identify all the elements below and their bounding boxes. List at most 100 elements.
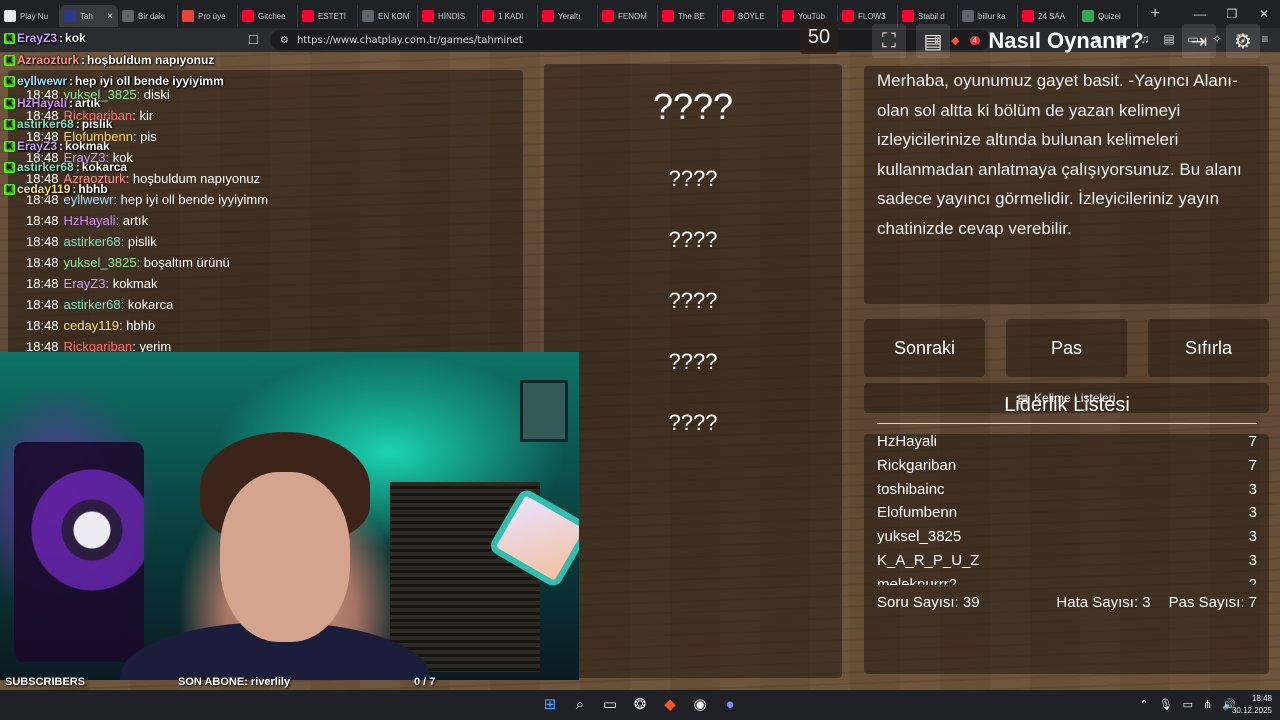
pass-button[interactable]: Pas (1006, 319, 1127, 377)
leaderboard-name: Elofumbenn (877, 504, 958, 522)
browser-tab[interactable]: Pro üye (178, 5, 238, 27)
reset-button[interactable]: Sıfırla (1148, 319, 1269, 377)
overlay-chat-username: ceday119 (17, 181, 71, 196)
howto-right-icons: ⇥ ⚙ (1182, 24, 1260, 58)
overlay-chat-separator: : (81, 52, 86, 67)
pass-count: Pas Sayısı: 7 (1168, 594, 1257, 611)
document-icon[interactable]: ▤ (916, 24, 950, 58)
overlay-chat-text: hoşbuldum napıyonuz (87, 52, 215, 67)
obs-icon[interactable]: ◉ (690, 695, 710, 715)
overlay-chat-separator: : (72, 181, 77, 196)
kick-badge-icon: K (4, 162, 15, 174)
brave-browser-icon[interactable]: ◆ (660, 695, 680, 715)
browser-tab[interactable]: Gitchee (238, 5, 298, 27)
system-tray: ⌃ 🎙 ▭ ⋔ 🔊 (1139, 698, 1236, 711)
chat-separator: : (115, 213, 123, 228)
browser-tab[interactable]: ESTETİ (298, 5, 358, 27)
tab-title: FENOM (618, 11, 647, 21)
browser-tab[interactable]: Yeraltı (538, 5, 598, 27)
kick-badge-icon: K (4, 33, 15, 45)
browser-tab[interactable]: 1 KADI (478, 5, 538, 27)
current-word: ???? (652, 86, 734, 127)
menu-icon[interactable]: ≡ (1258, 32, 1272, 47)
windows-start-icon[interactable]: ⊞ (540, 695, 560, 715)
leaderboard-list[interactable]: HzHayali 7 Rickgariban 7 toshibainc 3 Elofumbe… (877, 430, 1257, 585)
tab-title: Stabil d (918, 11, 945, 21)
chat-username: ErayZ3 (63, 276, 106, 291)
browser-tab[interactable]: Play Nu (0, 5, 60, 27)
browser-tab[interactable]: EN KOM (358, 5, 418, 27)
sub-goal: 0 / 7 (414, 676, 436, 688)
discord-icon[interactable]: ● (720, 695, 740, 715)
tab-title: EN KOM (378, 11, 410, 21)
kick-badge-icon: K (4, 119, 15, 131)
chat-time: 18:48 (26, 276, 59, 291)
tab-title: Gitchee (258, 11, 286, 21)
leaderboard-name: K_A_R_P_U_Z (877, 551, 980, 569)
tab-favicon-icon (362, 10, 374, 22)
chat-message: 18:48 astirker68: kokarca (26, 294, 268, 315)
site-settings-icon[interactable]: ⚙ (280, 35, 289, 46)
browser-tab[interactable]: 24 SAA (1018, 5, 1078, 27)
question-count: Soru Sayısı: 39 (877, 594, 980, 611)
leaderboard-score: 7 (1248, 433, 1257, 450)
overlay-chat-text: hbhb (78, 181, 108, 196)
bookmark-icon[interactable]: ☐ (248, 33, 259, 47)
next-button[interactable]: Sonraki (864, 319, 985, 377)
close-window-button[interactable]: ✕ (1248, 7, 1280, 21)
overlay-chat-message: Kastirker68: kokarca (4, 157, 224, 179)
overlay-chat-username: eyllwewr (17, 74, 68, 88)
leaderboard-name: Rickgariban (877, 456, 957, 474)
browser-tab[interactable]: Bir dakı (118, 5, 178, 27)
chat-username: astirker68 (63, 234, 121, 249)
brave-shields-icon[interactable]: ◆ (951, 34, 959, 47)
microphone-icon[interactable]: 🎙 (1159, 698, 1173, 711)
chat-separator: : (120, 234, 128, 249)
overlay-chat-message: Kceday119: hbhb (4, 179, 224, 201)
system-clock[interactable]: 18:48 30.12.2025 (1232, 693, 1272, 717)
overlay-chat-username: ErayZ3 (17, 31, 58, 45)
exit-icon[interactable]: ⇥ (1182, 24, 1216, 58)
tab-title: 24 SAA (1038, 11, 1066, 21)
browser-tab[interactable]: billur ka (958, 5, 1018, 27)
webcam-feed (0, 352, 579, 680)
tab-close-icon[interactable]: × (107, 11, 113, 22)
window-controls: — ❐ ✕ (1184, 7, 1280, 21)
browser-tab[interactable]: HİNDİS (418, 5, 478, 27)
overlay-chat-message: K HzHayali: artık (4, 93, 224, 115)
search-icon[interactable]: ⌕ (570, 695, 590, 715)
last-subscriber: SON ABONE: riverlily (178, 676, 291, 688)
network-icon[interactable]: ⋔ (1203, 698, 1212, 711)
browser-tab[interactable]: BÖYLE (718, 5, 778, 27)
browser-tab[interactable]: Tah × (60, 5, 118, 27)
browser-tab[interactable]: FENOM (598, 5, 658, 27)
leaderboard-row: K_A_R_P_U_Z 3 (877, 549, 1257, 573)
overlay-chat-username: astirker68 (17, 160, 74, 174)
score-counter: 50 (800, 20, 838, 54)
settings-gear-icon[interactable]: ⚙ (1226, 24, 1260, 58)
overlay-chat-message: K ErayZ3: kok (4, 28, 224, 50)
browser-tab[interactable]: Quizei (1078, 5, 1138, 27)
fullscreen-icon[interactable]: ⛶ (872, 24, 906, 58)
chat-message: 18:48 HzHayali: artık (26, 210, 268, 231)
kick-badge-icon: K (4, 54, 15, 66)
display-icon[interactable]: ▭ (1183, 698, 1193, 711)
clock-date: 30.12.2025 (1231, 706, 1272, 715)
tray-chevron-icon[interactable]: ⌃ (1139, 698, 1148, 711)
new-tab-button[interactable]: + (1146, 5, 1164, 23)
minimize-button[interactable]: — (1184, 7, 1216, 21)
taskbar-apps: ⊞ ⌕ ▭ ❂ ◆ ◉ ● (540, 695, 740, 715)
task-view-icon[interactable]: ▭ (600, 695, 620, 715)
browser-tab[interactable]: The BE (658, 5, 718, 27)
chatgpt-icon[interactable]: ❂ (630, 695, 650, 715)
chat-text: kokarca (127, 297, 174, 312)
tab-favicon-icon (842, 10, 854, 22)
tab-title: FLOW3 (858, 11, 886, 21)
tab-title: ESTETİ (318, 11, 347, 21)
chat-text: boşaltım ürünü (143, 255, 230, 270)
overlay-chat-text: kok (65, 31, 86, 45)
overlay-chat-message: K Azraozturk: hoşbuldum napıyonuz (4, 50, 224, 72)
maximize-button[interactable]: ❐ (1216, 7, 1248, 21)
overlay-chat-username: ErayZ3 (17, 138, 58, 153)
leaderboard-title: Liderlik Listesi (877, 394, 1257, 424)
